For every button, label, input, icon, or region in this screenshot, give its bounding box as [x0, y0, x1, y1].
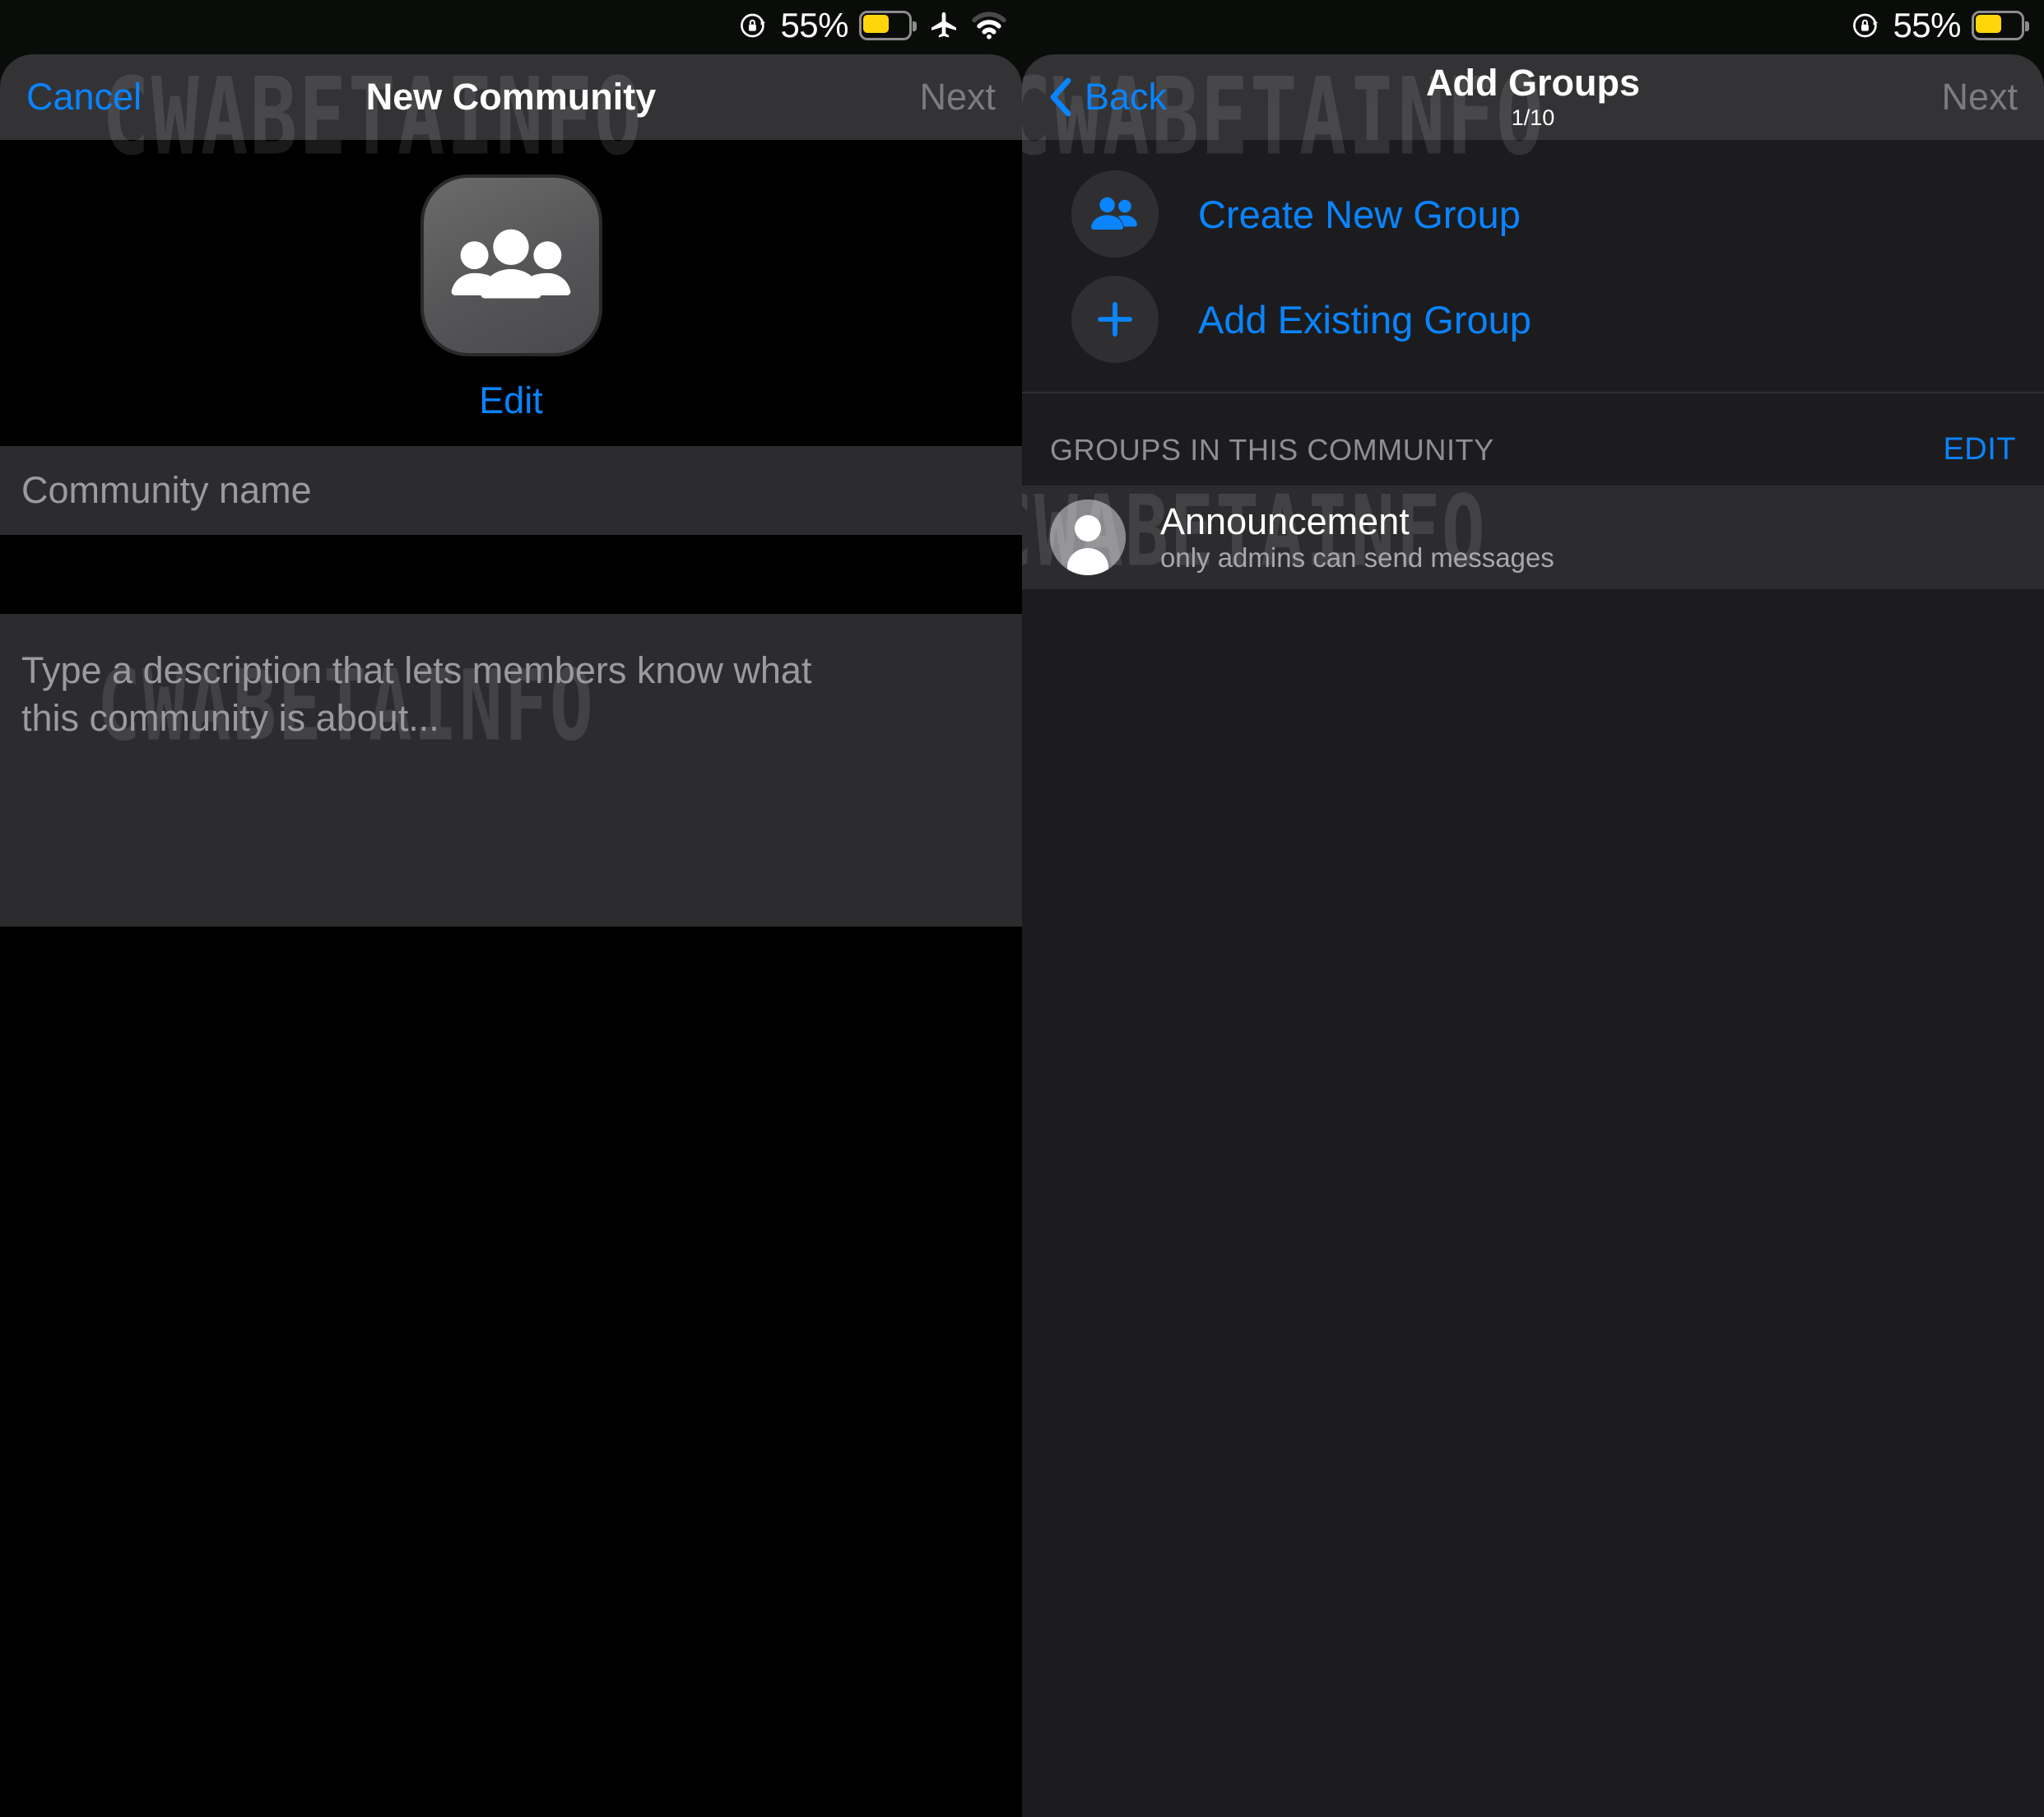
- community-description-field[interactable]: CWABETAINFO Type a description that lets…: [0, 614, 1022, 927]
- dual-screenshot-canvas: Edit Chats: [0, 0, 2044, 1817]
- status-bar-left: 55%: [0, 0, 1022, 51]
- cancel-button[interactable]: Cancel: [26, 76, 142, 118]
- page-title: New Community: [366, 77, 657, 116]
- status-bar-right: 55%: [1022, 0, 2044, 51]
- add-groups-sheet: CWABETAINFO Back Add Groups 1/10 Next: [1022, 54, 2044, 1817]
- airplane-mode-icon: [927, 9, 960, 42]
- edit-photo-button[interactable]: Edit: [479, 379, 543, 422]
- next-button[interactable]: Next: [1941, 76, 2018, 118]
- right-device-panel: Edit Chats 55%: [1022, 0, 2044, 1817]
- group-count-badge: 1/10: [1512, 105, 1555, 131]
- community-people-icon[interactable]: [424, 178, 599, 353]
- rotation-lock-icon: [1851, 10, 1882, 41]
- rotation-lock-icon: [738, 10, 769, 41]
- community-name-placeholder: Community name: [21, 467, 312, 514]
- groups-section-header: GROUPS IN THIS COMMUNITY EDIT: [1022, 393, 2044, 486]
- community-description-placeholder: Type a description that lets members kno…: [21, 647, 828, 741]
- battery-low-power-icon: [1972, 11, 2029, 40]
- back-button-label: Back: [1085, 76, 1167, 118]
- field-separator-gap: [0, 535, 1022, 614]
- default-person-avatar-icon: [1050, 500, 1126, 575]
- plus-icon: [1071, 276, 1159, 363]
- add-existing-group-label: Add Existing Group: [1198, 297, 1531, 342]
- community-name-field[interactable]: Community name: [0, 446, 1022, 535]
- new-community-navbar: CWABETAINFO Cancel New Community Next: [0, 54, 1022, 140]
- new-community-sheet: CWABETAINFO Cancel New Community Next: [0, 54, 1022, 1817]
- list-item[interactable]: CWABETAINFO Announcement only admins can…: [1022, 486, 2044, 589]
- battery-percent-label-left: 55%: [780, 8, 848, 43]
- add-groups-navbar: CWABETAINFO Back Add Groups 1/10 Next: [1022, 54, 2044, 140]
- add-groups-body: Create New Group Add Existing Group GROU…: [1022, 140, 2044, 1817]
- group-text-block: Announcement only admins can send messag…: [1160, 501, 1554, 573]
- create-new-group-label: Create New Group: [1198, 192, 1521, 237]
- groups-section-title: GROUPS IN THIS COMMUNITY: [1050, 433, 1494, 467]
- group-actions-list: Create New Group Add Existing Group: [1022, 140, 2044, 392]
- add-existing-group-row[interactable]: Add Existing Group: [1022, 267, 2044, 372]
- community-avatar-area: Edit: [0, 140, 1022, 446]
- edit-groups-button[interactable]: EDIT: [1943, 432, 2016, 467]
- two-people-icon: [1071, 170, 1159, 258]
- chevron-left-icon: [1048, 77, 1085, 117]
- battery-percent-label-right: 55%: [1893, 8, 1961, 43]
- left-device-panel: Edit Chats: [0, 0, 1022, 1817]
- back-button[interactable]: Back: [1048, 76, 1167, 118]
- new-community-body: Edit Community name CWABETAINFO Type a d…: [0, 140, 1022, 1817]
- next-button[interactable]: Next: [919, 76, 996, 118]
- group-name: Announcement: [1160, 500, 1410, 542]
- create-new-group-row[interactable]: Create New Group: [1022, 161, 2044, 267]
- battery-low-power-icon: [859, 11, 917, 40]
- wifi-icon: [971, 11, 1007, 40]
- group-subtitle: only admins can send messages: [1160, 542, 1554, 573]
- page-title: Add Groups: [1426, 63, 1640, 102]
